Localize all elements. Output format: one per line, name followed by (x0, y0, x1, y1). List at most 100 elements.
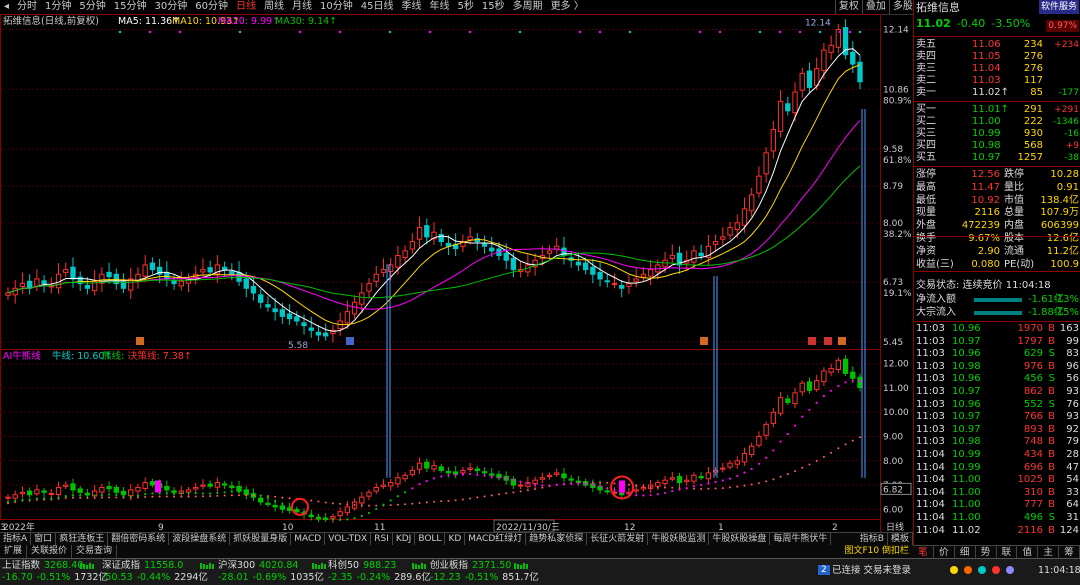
kline-chart-area[interactable]: 12.14 10.86 80.9% 9.58 61.8% 8.79 8.00 38.2% 6.7… (0, 14, 913, 536)
index-name-row[interactable]: 科创50 988.23 (328, 560, 396, 572)
decision-dot (656, 486, 659, 489)
status-indicator-icon[interactable] (950, 566, 958, 574)
sub-candle-body (763, 423, 769, 436)
connection-text[interactable]: 已连接 交易未登录 (832, 565, 911, 577)
ma20-legend: MA20: 9.99↑ (218, 16, 280, 27)
decision-dot (209, 495, 212, 498)
sub-candle-body (568, 478, 574, 481)
bull-dot (432, 477, 436, 480)
bull-dot (172, 492, 176, 495)
tick-row: 11:04 10.99 696 B 47 (916, 462, 1079, 474)
period-tab[interactable]: 5秒 (453, 0, 477, 14)
flow-pct: -13% (1053, 294, 1079, 305)
event-marker[interactable] (808, 337, 816, 345)
f10-label[interactable]: 图文F10 倒扣栏 (841, 545, 914, 558)
decision-dot (642, 485, 645, 488)
status-indicator-icon[interactable] (992, 566, 1000, 574)
period-tab[interactable]: 分时 (13, 0, 41, 14)
stat-key: 跌停 (1004, 169, 1024, 180)
decision-dot (238, 494, 241, 497)
period-tab[interactable]: 月线 (288, 0, 316, 14)
status-indicator-icon[interactable] (964, 566, 972, 574)
candle-body (720, 236, 726, 240)
bull-dot (786, 432, 789, 436)
sub-candle-body (120, 490, 127, 496)
status-indicator-icon[interactable] (1006, 566, 1014, 574)
event-marker[interactable] (824, 337, 832, 345)
index-name-row[interactable]: 沪深300 4020.84 (218, 560, 298, 572)
industry-badge[interactable]: 软件服务 (1038, 0, 1079, 14)
tick-price: 10.96 (952, 323, 981, 334)
status-indicator-icon[interactable] (978, 566, 986, 574)
back-arrow-icon[interactable]: ◂ (0, 0, 13, 14)
bull-dot (353, 517, 356, 520)
tick-row: 11:03 10.97 766 B 93 (916, 411, 1079, 423)
sub-candle-body (344, 506, 351, 514)
period-tab[interactable]: 45日线 (357, 0, 398, 14)
candle-body (416, 227, 423, 240)
period-tab[interactable]: 更多 〉 (547, 0, 588, 14)
sub-candle-body (662, 479, 668, 485)
event-marker[interactable] (838, 337, 846, 345)
candle-body (294, 316, 300, 322)
toolbar-button[interactable]: 叠加 (861, 0, 889, 14)
order-change: +9 (1065, 141, 1079, 151)
sub-candle-body (19, 491, 26, 495)
period-tab[interactable]: 15秒 (478, 0, 509, 14)
tick-volume: 456 (1023, 373, 1043, 385)
toolbar-button[interactable]: 复权 (834, 0, 862, 14)
decision-dot (375, 504, 378, 507)
axis-tick-label: 8.00 (883, 219, 903, 229)
bottom-toolbar-button[interactable]: 扩展 (0, 545, 28, 558)
tick-volume: 2116 (1017, 524, 1043, 536)
index-name-row[interactable]: 上证指数 3268.40 (2, 560, 83, 572)
kline-chart[interactable]: 12.1410.8680.9%9.5861.8%8.798.0038.2%6.7… (0, 14, 913, 533)
period-tab[interactable]: 10分钟 (316, 0, 357, 14)
decision-dot (173, 495, 176, 498)
event-marker[interactable] (700, 337, 708, 345)
decision-dot (252, 494, 255, 497)
decision-dot (389, 504, 392, 507)
order-label: 卖三 (916, 63, 936, 74)
decision-dot (425, 501, 428, 504)
period-tab[interactable]: 60分钟 (191, 0, 232, 14)
bull-dot (339, 518, 342, 521)
bottom-toolbar-button[interactable]: 关联报价 (27, 545, 73, 558)
sub-candle-body (655, 482, 661, 487)
period-tab[interactable]: 5分钟 (75, 0, 109, 14)
toolbar-button[interactable]: 多股 (888, 0, 916, 14)
decision-dot (779, 475, 782, 478)
bottom-toolbar-button[interactable]: 交易查询 (72, 545, 118, 558)
period-tab[interactable]: 15分钟 (110, 0, 151, 14)
sub-candle-body (315, 517, 322, 520)
index-name-row[interactable]: 创业板指 2371.50 (430, 560, 511, 572)
index-name-row[interactable]: 深证成指 11558.0 (102, 560, 183, 572)
decision-dot (71, 496, 74, 499)
sub-candle-body (698, 476, 704, 479)
event-marker[interactable] (346, 337, 354, 345)
decision-dot (115, 496, 118, 499)
period-tab[interactable]: 季线 (397, 0, 425, 14)
period-tab[interactable]: 周线 (260, 0, 288, 14)
bull-dot (14, 499, 17, 502)
period-tab[interactable]: 多周期 (509, 0, 547, 14)
bull-dot (649, 494, 652, 497)
sub-candle-body (193, 486, 199, 490)
index-change: -16.70 (2, 572, 33, 583)
period-tab[interactable]: 年线 (425, 0, 453, 14)
candle-body (315, 331, 322, 336)
bull-dot (50, 497, 53, 500)
candle-body (250, 285, 257, 294)
period-tab[interactable]: 30分钟 (151, 0, 192, 14)
event-marker[interactable] (136, 337, 144, 345)
bull-dot (71, 494, 75, 497)
period-tab[interactable]: 日线 (232, 0, 260, 14)
index-amount: 2294亿 (174, 572, 208, 583)
decision-dot (844, 443, 847, 446)
mini-bar (206, 565, 208, 569)
bull-dot (555, 483, 558, 486)
sub-candle-body (330, 516, 336, 519)
candle-body (164, 271, 170, 280)
main-legend-title: 拓维信息(日线,前复权) (3, 15, 99, 27)
period-tab[interactable]: 1分钟 (41, 0, 75, 14)
